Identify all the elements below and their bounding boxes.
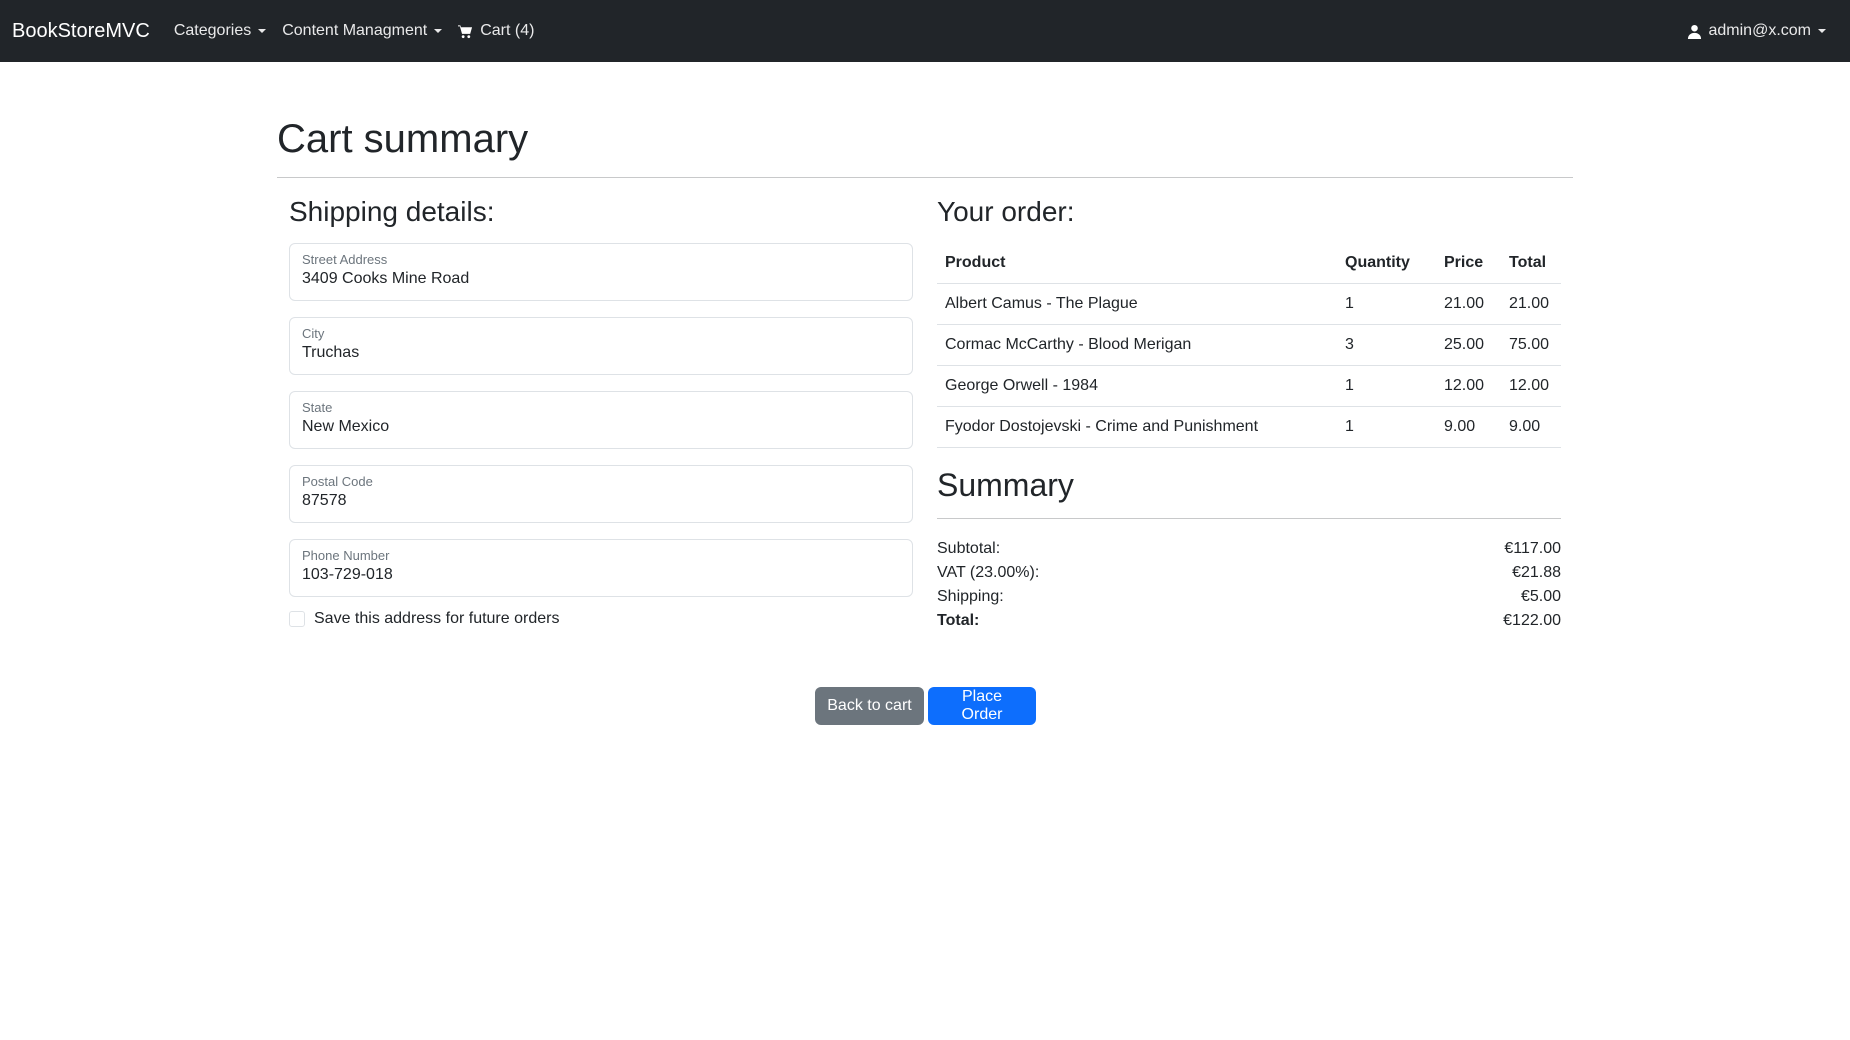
total-value: €122.00	[1503, 612, 1561, 630]
city-label: City	[302, 325, 325, 341]
shipping-row: Shipping: €5.00	[937, 585, 1561, 609]
place-order-button[interactable]: Place Order	[928, 687, 1036, 725]
cell-quantity: 1	[1337, 283, 1436, 326]
order-heading: Your order:	[937, 196, 1075, 227]
subtotal-label: Subtotal:	[937, 540, 1001, 558]
postal-code-input[interactable]	[302, 492, 900, 511]
vat-row: VAT (23.00%): €21.88	[937, 561, 1561, 585]
cell-quantity: 1	[1337, 406, 1436, 449]
summary-divider	[937, 518, 1561, 520]
city-field[interactable]: City	[289, 316, 913, 375]
cell-product: George Orwell - 1984	[937, 365, 1337, 408]
back-to-cart-button[interactable]: Back to cart	[815, 687, 924, 725]
cell-price: 9.00	[1436, 406, 1501, 449]
save-address-checkbox[interactable]	[289, 610, 305, 627]
table-row: Cormac McCarthy - Blood Merigan 3 25.00 …	[937, 324, 1561, 367]
user-icon	[1687, 24, 1701, 39]
header-product: Product	[937, 242, 1337, 285]
nav-categories-dropdown[interactable]: Categories	[173, 22, 267, 40]
subtotal-value: €117.00	[1504, 540, 1561, 558]
summary-heading: Summary	[937, 467, 1074, 504]
header-total: Total	[1501, 242, 1561, 285]
cell-price: 12.00	[1436, 365, 1501, 408]
phone-number-input[interactable]	[302, 566, 900, 585]
save-address-label[interactable]: Save this address for future orders	[314, 610, 559, 628]
street-address-label: Street Address	[302, 251, 388, 267]
nav-cart-label: Cart (4)	[480, 22, 535, 39]
save-address-row: Save this address for future orders	[289, 610, 913, 628]
total-label: Total:	[937, 612, 980, 630]
vat-label: VAT (23.00%):	[937, 564, 1040, 582]
table-row: George Orwell - 1984 1 12.00 12.00	[937, 365, 1561, 408]
vat-value: €21.88	[1512, 564, 1561, 582]
street-address-input[interactable]	[302, 270, 900, 289]
brand-link[interactable]: BookStoreMVC	[12, 20, 150, 43]
navbar: BookStoreMVC Categories Content Managmen…	[0, 0, 1850, 62]
cell-total: 21.00	[1501, 283, 1561, 326]
postal-code-label: Postal Code	[302, 473, 373, 489]
cart-icon	[458, 24, 473, 38]
nav-content-management-dropdown[interactable]: Content Managment	[282, 22, 443, 40]
state-input[interactable]	[302, 418, 900, 437]
main-container: Cart summary Shipping details: Street Ad…	[277, 62, 1573, 633]
shipping-heading: Shipping details:	[289, 196, 495, 227]
cell-product: Fyodor Dostojevski - Crime and Punishmen…	[937, 406, 1337, 449]
table-row: Albert Camus - The Plague 1 21.00 21.00	[937, 283, 1561, 326]
cell-price: 25.00	[1436, 324, 1501, 367]
cell-quantity: 3	[1337, 324, 1436, 367]
nav-categories-label: Categories	[173, 22, 252, 39]
nav-user-dropdown[interactable]: admin@x.com	[1687, 22, 1826, 40]
cell-total: 75.00	[1501, 324, 1561, 367]
postal-code-field[interactable]: Postal Code	[289, 464, 913, 523]
phone-number-field[interactable]: Phone Number	[289, 538, 913, 597]
state-label: State	[302, 399, 333, 415]
street-address-field[interactable]: Street Address	[289, 242, 913, 301]
city-input[interactable]	[302, 344, 900, 363]
cell-price: 21.00	[1436, 283, 1501, 326]
order-table-header: Product Quantity Price Total	[937, 242, 1561, 285]
order-actions: Back to cart Place Order	[815, 687, 1036, 725]
subtotal-row: Subtotal: €117.00	[937, 537, 1561, 561]
nav-user-label: admin@x.com	[1708, 22, 1812, 39]
cell-total: 9.00	[1501, 406, 1561, 449]
state-field[interactable]: State	[289, 390, 913, 449]
shipping-column: Shipping details: Street Address City St…	[277, 178, 925, 633]
caret-down-icon	[434, 29, 443, 33]
page-title: Cart summary	[277, 117, 529, 161]
phone-number-label: Phone Number	[302, 547, 390, 563]
cell-quantity: 1	[1337, 365, 1436, 408]
total-row: Total: €122.00	[937, 609, 1561, 633]
cell-product: Cormac McCarthy - Blood Merigan	[937, 324, 1337, 367]
header-quantity: Quantity	[1337, 242, 1436, 285]
nav-cart-link[interactable]: Cart (4)	[458, 22, 534, 40]
table-row: Fyodor Dostojevski - Crime and Punishmen…	[937, 406, 1561, 449]
cell-total: 12.00	[1501, 365, 1561, 408]
caret-down-icon	[258, 29, 267, 33]
nav-content-management-label: Content Managment	[282, 22, 428, 39]
order-column: Your order: Product Quantity Price Total…	[925, 178, 1573, 633]
shipping-value: €5.00	[1520, 588, 1561, 606]
order-table: Product Quantity Price Total Albert Camu…	[937, 242, 1561, 449]
cell-product: Albert Camus - The Plague	[937, 283, 1337, 326]
content-row: Shipping details: Street Address City St…	[277, 178, 1573, 633]
header-price: Price	[1436, 242, 1501, 285]
caret-down-icon	[1818, 29, 1826, 33]
shipping-label: Shipping:	[937, 588, 1004, 606]
